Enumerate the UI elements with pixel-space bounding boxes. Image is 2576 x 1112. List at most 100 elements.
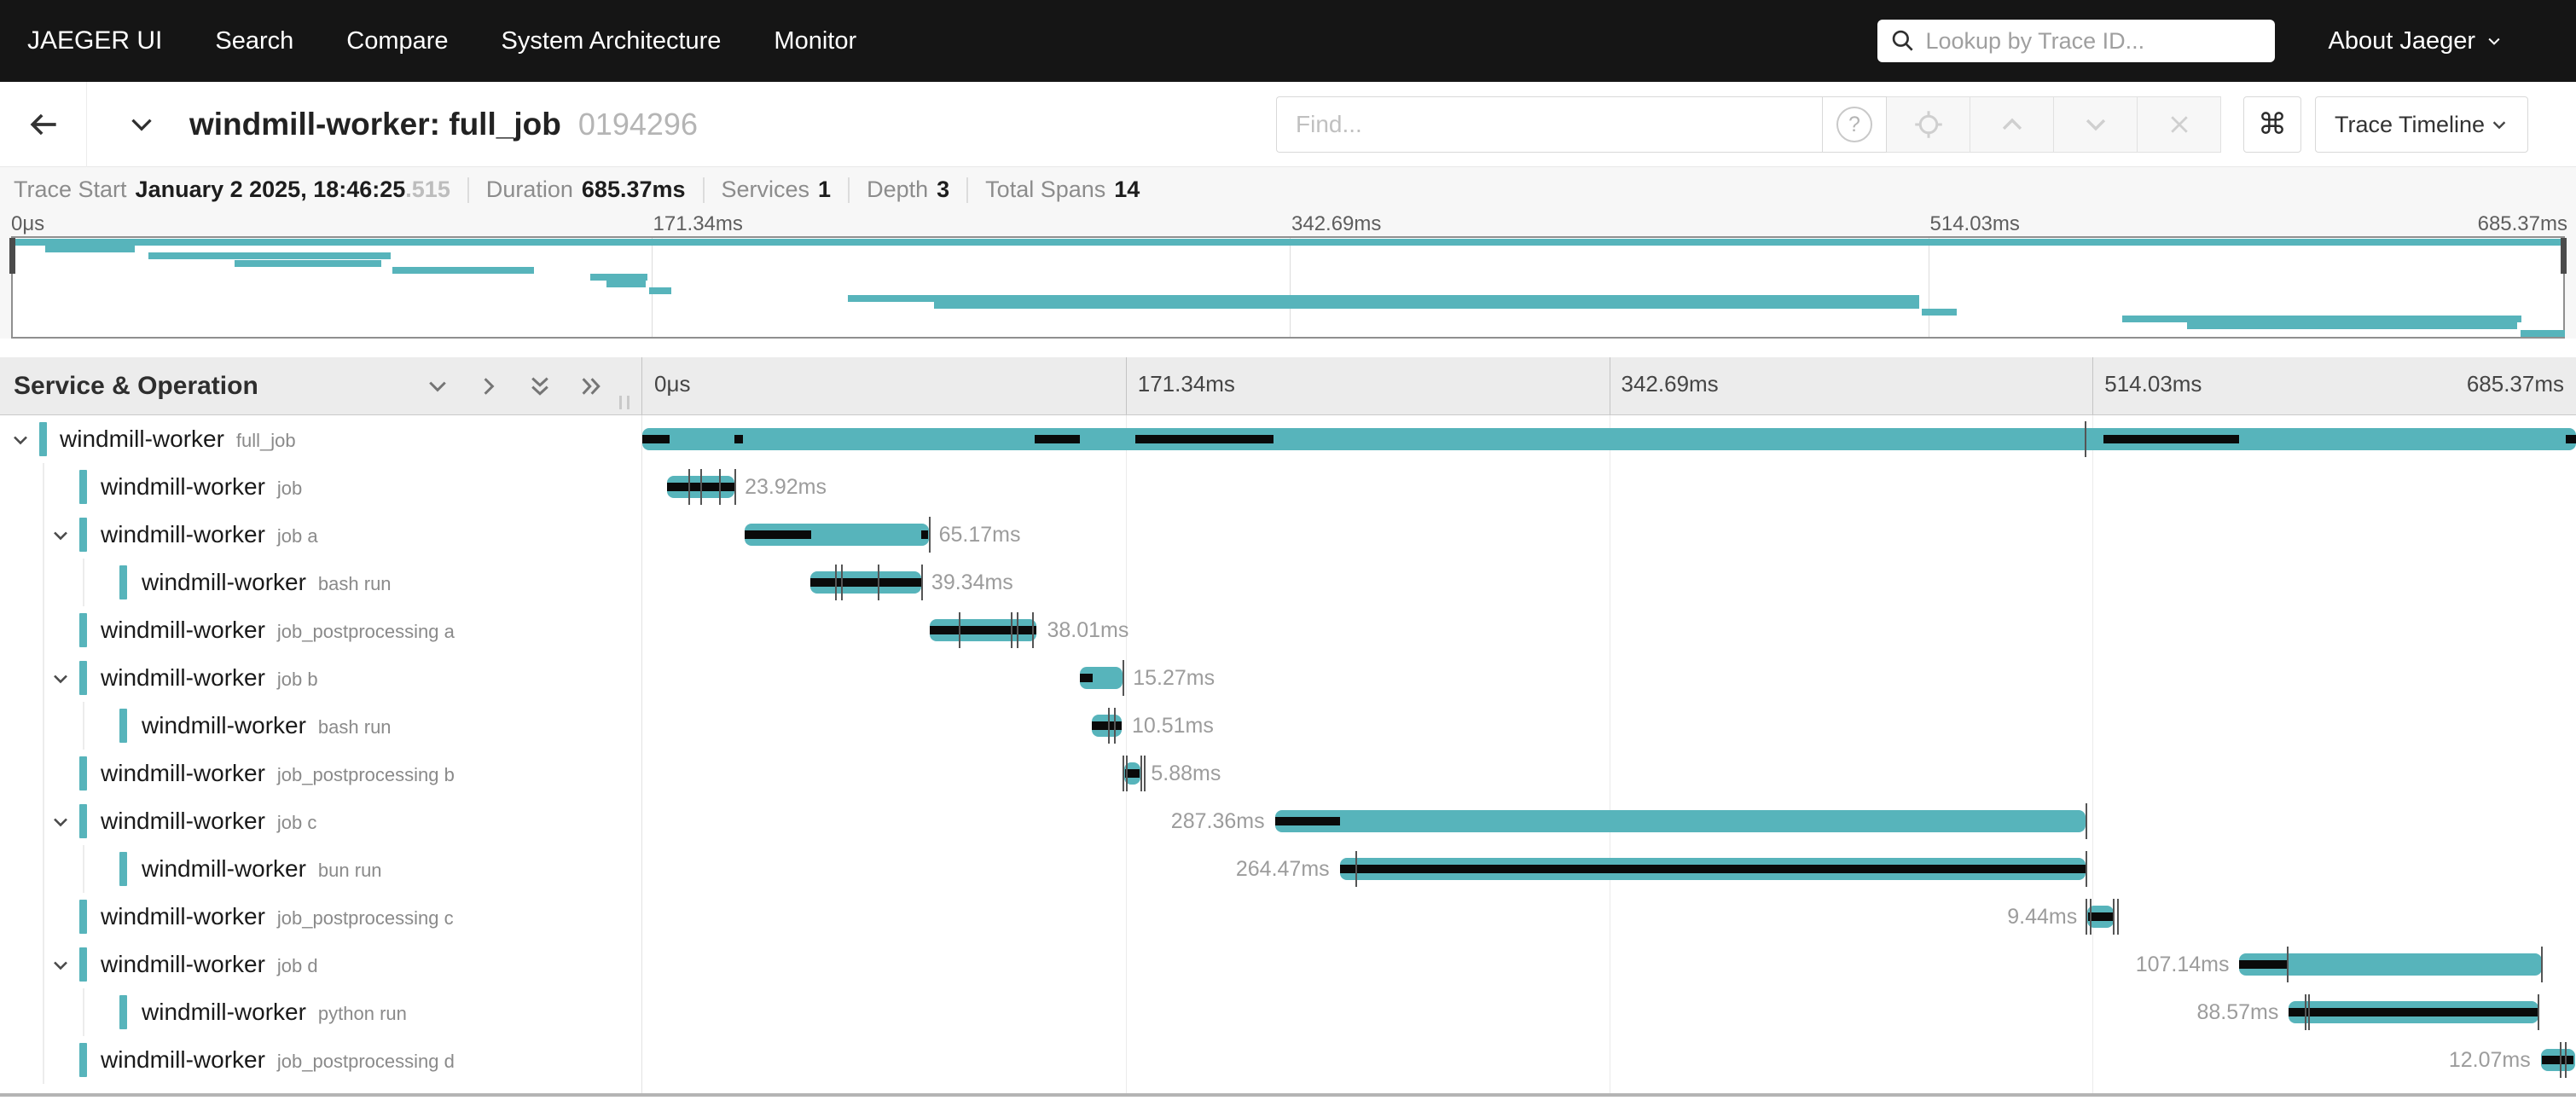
column-resizer[interactable] <box>619 396 629 409</box>
span-name-label[interactable]: windmill-workerjob_postprocessing c <box>101 893 454 945</box>
span-duration-bar[interactable] <box>642 428 2576 450</box>
span-name-cell[interactable]: windmill-workerjob_postprocessing b <box>0 750 642 797</box>
operation-name: python run <box>318 1003 407 1024</box>
span-color-accent <box>39 422 47 456</box>
span-name-label[interactable]: windmill-workerjob b <box>101 654 318 706</box>
back-button[interactable] <box>0 82 87 167</box>
span-name-cell[interactable]: windmill-workerjob b <box>0 654 642 702</box>
trace-view-selector[interactable]: Trace Timeline <box>2315 96 2528 153</box>
nav-item-monitor[interactable]: Monitor <box>774 27 856 55</box>
span-name-cell[interactable]: windmill-workerfull_job <box>0 415 642 463</box>
span-duration-bar[interactable] <box>1275 810 2086 832</box>
find-input[interactable]: Find... <box>1276 96 1822 153</box>
span-name-cell[interactable]: windmill-workerbash run <box>0 559 642 606</box>
span-name-label[interactable]: windmill-workerfull_job <box>60 415 296 467</box>
span-duration-bar[interactable] <box>2239 953 2541 976</box>
collapse-all-icon[interactable] <box>527 374 553 399</box>
span-duration-bar[interactable] <box>1092 715 1122 737</box>
operation-name: full_job <box>236 430 296 451</box>
span-duration-bar[interactable] <box>2087 906 2114 928</box>
span-collapse-chevron[interactable] <box>50 525 71 550</box>
next-result-button[interactable] <box>2054 96 2138 153</box>
timeline-tick-label: 171.34ms <box>1138 371 1235 397</box>
span-name-cell[interactable]: windmill-workerjob_postprocessing a <box>0 606 642 654</box>
span-name-label[interactable]: windmill-workerjob_postprocessing d <box>101 1036 455 1088</box>
span-duration-bar[interactable] <box>1080 667 1123 689</box>
span-name-label[interactable]: windmill-workerjob d <box>101 941 318 993</box>
chevron-down-icon <box>2081 110 2110 139</box>
trace-id: 0194296 <box>578 107 698 142</box>
clear-search-button[interactable] <box>2138 96 2221 153</box>
span-name-label[interactable]: windmill-workerjob <box>101 463 302 515</box>
minimap-span-bar <box>934 302 1919 309</box>
expand-all-icon[interactable] <box>578 374 604 399</box>
span-color-accent <box>79 518 87 552</box>
span-collapse-chevron[interactable] <box>50 955 71 980</box>
minimap-right-handle[interactable] <box>2561 238 2567 274</box>
span-name-label[interactable]: windmill-workerjob_postprocessing b <box>101 750 455 802</box>
chevron-up-icon <box>1998 110 2027 139</box>
span-color-accent <box>79 804 87 838</box>
operation-name: job_postprocessing b <box>277 764 455 785</box>
minimap-span-bar <box>392 267 534 274</box>
span-name-label[interactable]: windmill-workerjob c <box>101 797 316 849</box>
nav-item-system-architecture[interactable]: System Architecture <box>502 27 722 55</box>
span-name-cell[interactable]: windmill-workerjob_postprocessing d <box>0 1036 642 1084</box>
span-name-cell[interactable]: windmill-workerpython run <box>0 988 642 1036</box>
collapse-one-icon[interactable] <box>425 374 450 399</box>
trace-lookup-box[interactable]: Lookup by Trace ID... <box>1877 20 2275 62</box>
chevron-down-icon <box>2490 115 2509 134</box>
chevron-down-icon <box>50 525 71 546</box>
span-duration-bar[interactable] <box>667 476 734 498</box>
span-name-label[interactable]: windmill-workerbash run <box>142 702 392 754</box>
tree-guide-line <box>43 606 44 654</box>
span-name-cell[interactable]: windmill-workerjob a <box>0 511 642 559</box>
span-name-cell[interactable]: windmill-workerjob c <box>0 797 642 845</box>
span-duration-bar[interactable] <box>1124 762 1140 785</box>
nav-item-compare[interactable]: Compare <box>346 27 448 55</box>
span-row: windmill-workerjob_postprocessing d12.07… <box>0 1036 2576 1084</box>
focus-span-button[interactable] <box>1887 96 1970 153</box>
keyboard-shortcuts-button[interactable]: ⌘ <box>2243 96 2301 153</box>
minimap-tick-label: 685.37ms <box>2478 212 2567 236</box>
span-duration-bar[interactable] <box>810 571 921 594</box>
summary-label: Depth <box>867 177 928 203</box>
span-name-label[interactable]: windmill-workerjob a <box>101 511 318 563</box>
span-duration-label: 264.47ms <box>1236 845 1330 893</box>
span-name-label[interactable]: windmill-workerjob_postprocessing a <box>101 606 455 658</box>
about-jaeger-menu[interactable]: About Jaeger <box>2328 27 2503 55</box>
span-name-label[interactable]: windmill-workerbun run <box>142 845 382 897</box>
span-name-label[interactable]: windmill-workerpython run <box>142 988 407 1040</box>
summary-value: 1 <box>818 177 831 203</box>
span-row: windmill-workerjob b15.27ms <box>0 654 2576 702</box>
span-duration-bar[interactable] <box>930 619 1037 641</box>
span-duration-bar[interactable] <box>2541 1049 2575 1071</box>
span-name-cell[interactable]: windmill-workerjob <box>0 463 642 511</box>
prev-result-button[interactable] <box>1970 96 2054 153</box>
collapse-trace-header-button[interactable] <box>126 109 157 140</box>
minimap-canvas[interactable] <box>11 236 2565 339</box>
span-duration-label: 5.88ms <box>1151 750 1221 797</box>
jaeger-trace-page: JAEGER UI Search Compare System Architectu… <box>0 0 2576 1112</box>
span-duration-bar[interactable] <box>745 524 929 546</box>
span-name-cell[interactable]: windmill-workerbash run <box>0 702 642 750</box>
span-duration-bar[interactable] <box>1340 858 2086 880</box>
expand-one-icon[interactable] <box>476 374 502 399</box>
chevron-down-icon <box>50 955 71 976</box>
span-collapse-chevron[interactable] <box>50 812 71 837</box>
span-name-label[interactable]: windmill-workerbash run <box>142 559 392 611</box>
span-collapse-chevron[interactable] <box>10 430 31 455</box>
close-icon <box>2167 112 2192 137</box>
find-help-button[interactable]: ? <box>1822 96 1887 153</box>
span-name-cell[interactable]: windmill-workerbun run <box>0 845 642 893</box>
span-name-cell[interactable]: windmill-workerjob_postprocessing c <box>0 893 642 941</box>
span-row: windmill-workerjob23.92ms <box>0 463 2576 511</box>
span-log-marker <box>734 469 736 505</box>
span-collapse-chevron[interactable] <box>50 669 71 693</box>
app-logo[interactable]: JAEGER UI <box>27 26 162 55</box>
span-log-marker <box>1140 756 1142 791</box>
minimap-left-handle[interactable] <box>9 238 15 274</box>
nav-item-search[interactable]: Search <box>215 27 293 55</box>
span-duration-bar[interactable] <box>2289 1001 2538 1023</box>
span-name-cell[interactable]: windmill-workerjob d <box>0 941 642 988</box>
